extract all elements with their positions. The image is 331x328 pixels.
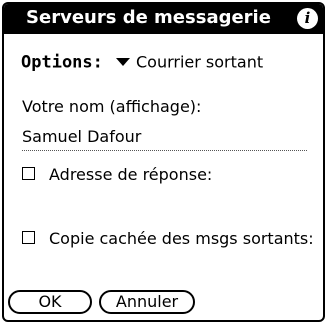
bcc-checkbox[interactable]	[22, 231, 35, 244]
reply-address-checkbox[interactable]	[22, 167, 35, 180]
options-label: Options:	[21, 52, 103, 73]
title-bar: Serveurs de messagerie i	[4, 4, 323, 34]
info-icon[interactable]: i	[297, 8, 318, 29]
options-row: Options: Courrier sortant	[21, 50, 263, 74]
options-popup-trigger[interactable]: Courrier sortant	[115, 50, 264, 75]
reply-address-label: Adresse de réponse:	[49, 165, 213, 184]
reply-address-checkbox-row[interactable]: Adresse de réponse:	[22, 163, 212, 187]
cancel-button[interactable]: Annuler	[99, 290, 195, 314]
mail-servers-dialog: Serveurs de messagerie i Options: Courri…	[2, 2, 325, 322]
bcc-label: Copie cachée des msgs sortants:	[49, 229, 314, 248]
display-name-label: Votre nom (affichage):	[22, 97, 202, 116]
display-name-field[interactable]: Samuel Dafour	[22, 126, 307, 151]
dropdown-triangle-icon	[115, 57, 130, 66]
options-selected-value: Courrier sortant	[135, 52, 264, 72]
bcc-checkbox-row[interactable]: Copie cachée des msgs sortants:	[22, 227, 314, 251]
dialog-title: Serveurs de messagerie	[26, 7, 271, 28]
ok-button[interactable]: OK	[8, 290, 92, 314]
